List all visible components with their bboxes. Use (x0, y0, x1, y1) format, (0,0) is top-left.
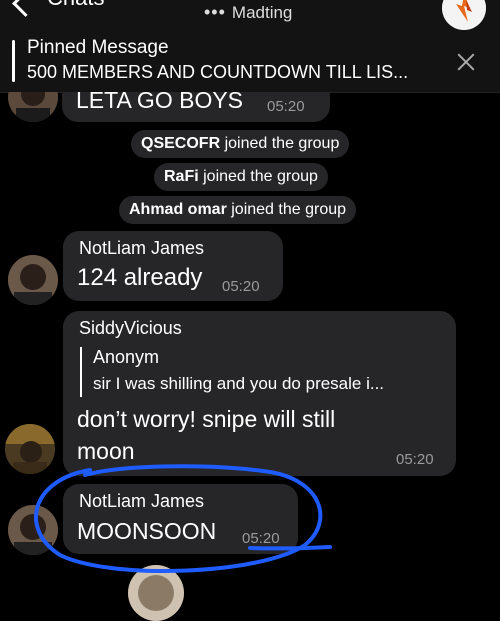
sender-name[interactable]: NotLiam James (79, 238, 204, 259)
message-time: 05:20 (396, 451, 434, 468)
chat-header: Chats ••• Madting (0, 0, 500, 30)
join-text: joined the group (224, 135, 340, 152)
join-text: joined the group (203, 168, 318, 185)
join-notice: Ahmad omar joined the group (119, 196, 357, 224)
message-time: 05:20 (267, 98, 305, 115)
avatar[interactable] (128, 565, 184, 621)
pinned-title: Pinned Message (27, 37, 169, 58)
back-button[interactable]: Chats (0, 0, 104, 17)
message-text-line: moon (77, 438, 135, 464)
avatar[interactable] (8, 255, 58, 305)
join-text: joined the group (231, 201, 347, 218)
pinned-indicator-bar (12, 40, 15, 82)
sender-name[interactable]: NotLiam James (79, 491, 204, 512)
join-notice: RaFi joined the group (154, 163, 328, 191)
message-text: MOONSOON (77, 518, 217, 544)
back-chevron-icon (12, 0, 39, 17)
reply-quote-bar (80, 347, 82, 397)
message-text: 124 already (77, 264, 203, 291)
typing-dots-icon: ••• (204, 2, 226, 22)
avatar[interactable] (5, 424, 55, 474)
join-name: RaFi (164, 168, 199, 185)
reply-name[interactable]: Anonym (93, 347, 159, 368)
reply-text[interactable]: sir I was shilling and you do presale i.… (93, 374, 384, 394)
chat-status[interactable]: ••• Madting (204, 2, 292, 23)
sender-name[interactable]: SiddyVicious (79, 318, 182, 339)
avatar[interactable] (8, 505, 58, 555)
message-time: 05:20 (242, 530, 280, 547)
join-name: QSECOFR (141, 135, 221, 152)
back-label: Chats (47, 0, 104, 11)
chat-title: Madting (231, 2, 293, 22)
join-name: Ahmad omar (129, 201, 227, 218)
message-time: 05:20 (222, 278, 260, 295)
message-text-line: don’t worry! snipe will still (77, 406, 336, 432)
group-avatar[interactable] (442, 0, 486, 30)
join-notice: QSECOFR joined the group (131, 130, 350, 158)
pinned-text: 500 MEMBERS AND COUNTDOWN TILL LIS... (27, 62, 409, 82)
close-icon[interactable] (456, 52, 476, 72)
